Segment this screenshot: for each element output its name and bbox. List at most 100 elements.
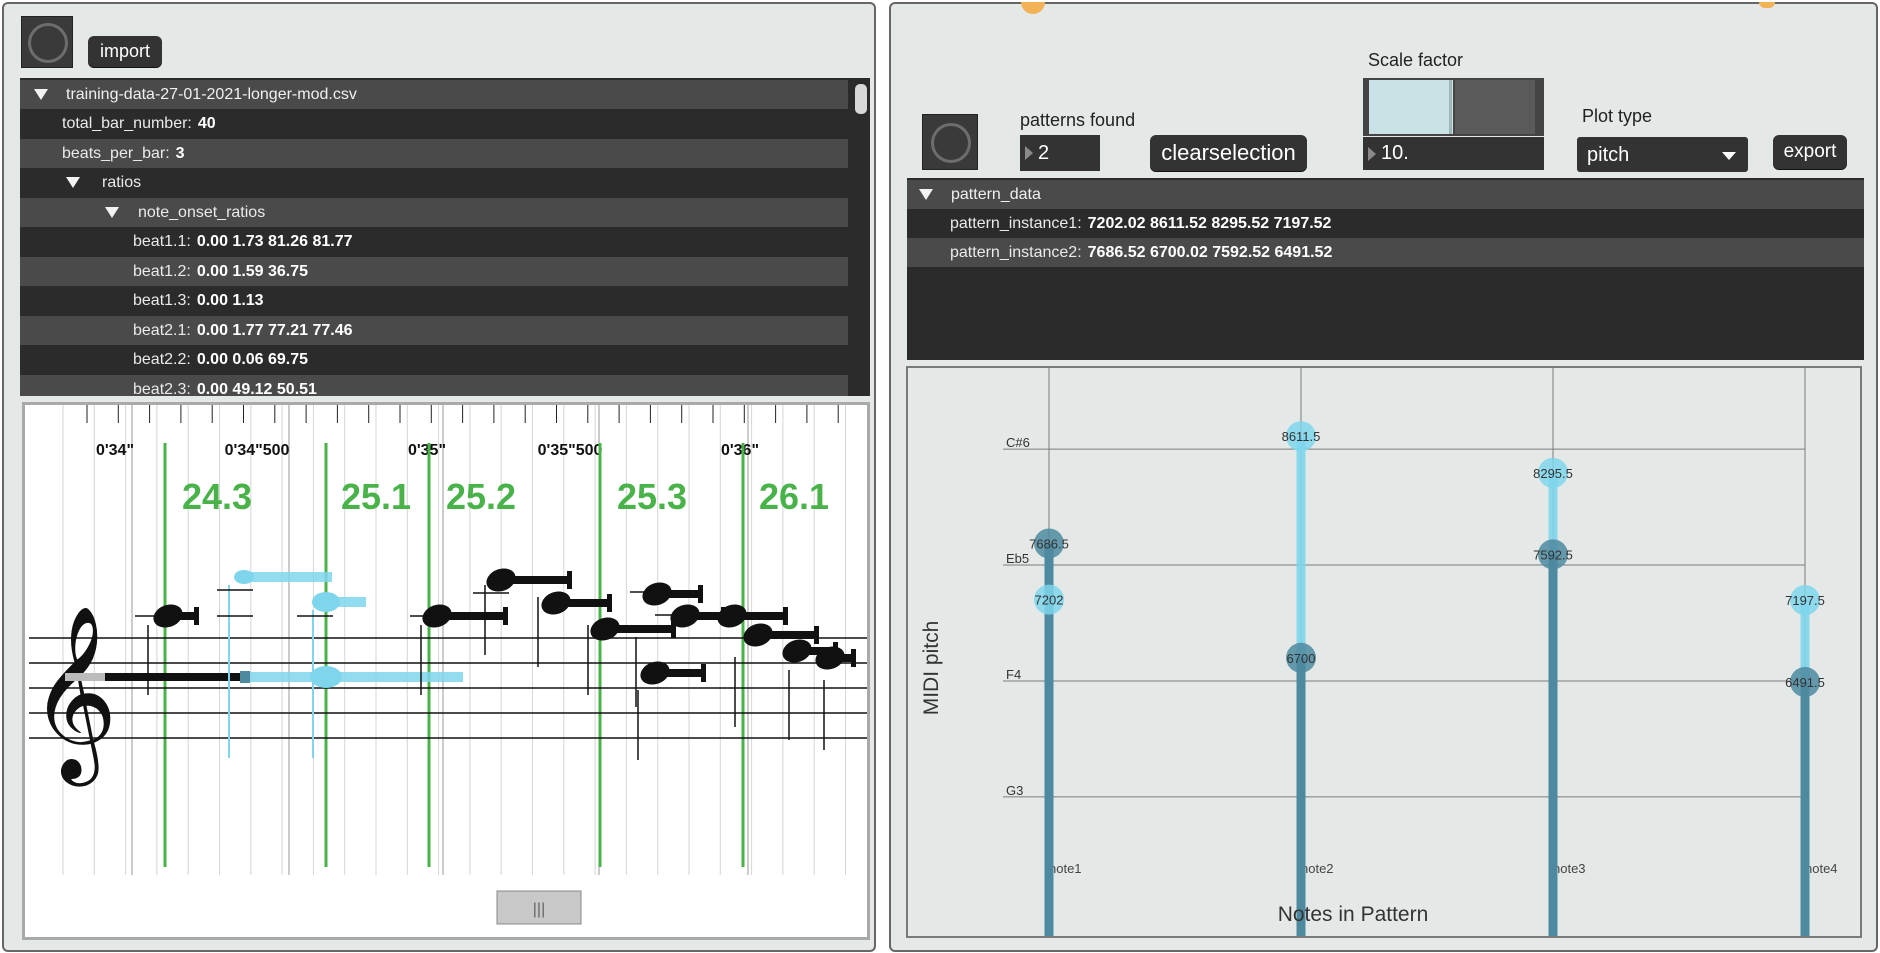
- note-duration-bar: [758, 631, 818, 639]
- tree-scrollbar[interactable]: [852, 78, 870, 396]
- tree-row-key: beats_per_bar:: [62, 144, 170, 162]
- x-category-label: note2: [1301, 861, 1334, 876]
- highlight-bar: [244, 572, 332, 582]
- pattern-tree-view[interactable]: pattern_data pattern_instance1: 7202.02 8…: [907, 178, 1864, 360]
- series2-value-label: 7592.5: [1533, 547, 1573, 562]
- tempo-label: 25.2: [446, 476, 516, 517]
- duration-bar-fade: [65, 673, 105, 681]
- time-label: 0'34": [96, 442, 134, 459]
- tree-scrollbar-thumb[interactable]: [855, 84, 867, 114]
- tempo-label: 26.1: [759, 476, 829, 517]
- note-end-tick: [194, 607, 199, 625]
- triangle-arrow-icon: [1025, 146, 1033, 160]
- tempo-label: 24.3: [182, 476, 252, 517]
- disclosure-triangle-icon[interactable]: [66, 177, 80, 188]
- time-label: 0'34"500: [225, 442, 290, 459]
- tree-row-key: ratios: [102, 174, 142, 191]
- disclosure-triangle-icon[interactable]: [105, 206, 119, 218]
- highlight-bar: [326, 597, 366, 607]
- y-tick-label: Eb5: [1006, 551, 1029, 566]
- tree-row-key: beat1.3:: [133, 292, 191, 309]
- scale-factor-number[interactable]: 10.: [1363, 137, 1544, 170]
- x-axis-label: Notes in Pattern: [1278, 903, 1429, 926]
- tree-row[interactable]: beat2.2: 0.00 0.06 69.75: [20, 345, 848, 374]
- tree-row-root[interactable]: pattern_data: [907, 180, 1864, 209]
- note-duration-bar: [657, 590, 702, 598]
- scale-factor-slider-track: [1455, 80, 1535, 134]
- tree-row[interactable]: beat1.1: 0.00 1.73 81.26 81.77: [20, 227, 848, 256]
- highlight-note: [310, 666, 342, 688]
- tree-root-label: training-data-27-01-2021-longer-mod.csv: [66, 86, 357, 103]
- tree-row[interactable]: beat2.3: 0.00 49.12 50.51: [20, 374, 848, 397]
- series2-value-label: 7686.5: [1029, 536, 1069, 551]
- y-tick-label: G3: [1006, 783, 1023, 798]
- tree-row[interactable]: pattern_instance1: 7202.02 8611.52 8295.5…: [907, 209, 1864, 238]
- disclosure-triangle-icon[interactable]: [919, 189, 933, 200]
- patterns-found-label: patterns found: [1020, 110, 1136, 130]
- tree-row[interactable]: pattern_instance2: 7686.52 6700.02 7592.5…: [907, 238, 1864, 267]
- note-end-tick: [607, 594, 612, 612]
- note-duration-bar: [168, 612, 198, 620]
- tree-row-value: 0.00 1.73 81.26 81.77: [196, 233, 353, 250]
- patterns-found-value: 2: [1038, 142, 1050, 164]
- note-end-tick: [567, 571, 572, 589]
- tree-row[interactable]: total_bar_number: 40: [20, 109, 848, 138]
- left-panel: import training-data-27-01-2021-longer-m…: [2, 2, 876, 952]
- y-tick-label: F4: [1006, 667, 1021, 682]
- scale-factor-label: Scale factor: [1368, 50, 1464, 70]
- clearselection-button[interactable]: clearselection: [1150, 135, 1307, 171]
- note-duration-bar: [437, 612, 507, 620]
- series1-value-label: 7197.5: [1785, 593, 1825, 608]
- tree-row-root[interactable]: training-data-27-01-2021-longer-mod.csv: [20, 80, 848, 109]
- note-marker: [240, 671, 250, 683]
- tree-row-value: 0.00 1.77 77.21 77.46: [196, 321, 353, 339]
- score-view[interactable]: 0'34" 0'34"500 0'35" 0'35"500 0'36" 24.3 25.1 2…: [22, 402, 870, 940]
- plot-type-value: pitch: [1587, 144, 1630, 166]
- scroll-grip-icon: |||: [533, 901, 545, 918]
- toggle-button-right[interactable]: [922, 114, 978, 170]
- tree-row[interactable]: note_onset_ratios: [20, 197, 848, 227]
- series2-value-label: 6700: [1287, 651, 1316, 666]
- tree-row[interactable]: beats_per_bar: 3: [20, 138, 848, 168]
- right-panel: patterns found 2 clearselection Scale fa…: [889, 2, 1878, 952]
- tree-row-value: 0.00 49.12 50.51: [196, 380, 317, 397]
- scale-factor-slider[interactable]: [1363, 78, 1544, 136]
- export-button[interactable]: export: [1773, 135, 1847, 169]
- csv-tree-view[interactable]: training-data-27-01-2021-longer-mod.csv …: [20, 78, 870, 396]
- tree-row-key: beat1.2:: [133, 262, 191, 280]
- tree-row[interactable]: beat1.3: 0.00 1.13: [20, 286, 848, 315]
- note-end-tick: [814, 626, 819, 644]
- score-canvas: 0'34" 0'34"500 0'35" 0'35"500 0'36" 24.3 25.1 2…: [29, 405, 867, 925]
- chevron-down-icon: [1722, 152, 1736, 160]
- tree-row-key: beat2.3:: [133, 380, 191, 397]
- y-axis-label: MIDI pitch: [920, 621, 943, 716]
- note-duration-bar: [556, 599, 611, 607]
- tree-row[interactable]: beat1.2: 0.00 1.59 36.75: [20, 256, 848, 286]
- pitch-plot[interactable]: C#6 Eb5 F4 G3 note1 note2 note3 note4 7202 7686.5…: [906, 366, 1862, 938]
- disclosure-triangle-icon[interactable]: [34, 89, 48, 100]
- patterns-found-number[interactable]: 2: [1020, 135, 1100, 171]
- tree-row-key: total_bar_number:: [62, 115, 192, 132]
- plot-type-dropdown[interactable]: pitch: [1577, 137, 1748, 172]
- tree-root-label: pattern_data: [951, 186, 1041, 203]
- time-label: 0'35"500: [538, 442, 603, 459]
- tree-row-value: 0.00 0.06 69.75: [196, 351, 309, 368]
- import-button[interactable]: import: [88, 36, 162, 67]
- tree-row-value: 0.00 1.13: [196, 292, 264, 309]
- tree-row-key: beat2.2:: [133, 351, 191, 368]
- tree-row-key: pattern_instance1:: [950, 215, 1082, 232]
- note-duration-bar: [655, 669, 705, 677]
- scale-factor-value: 10.: [1381, 142, 1409, 164]
- toggle-button-left[interactable]: [21, 16, 73, 68]
- tempo-label: 25.3: [617, 476, 687, 517]
- tree-row[interactable]: beat2.1: 0.00 1.77 77.21 77.46: [20, 315, 848, 345]
- y-tick-label: C#6: [1006, 435, 1030, 450]
- plot-type-label: Plot type: [1582, 106, 1653, 126]
- scale-factor-slider-handle[interactable]: [1449, 80, 1452, 134]
- tree-row-value: 7686.52 6700.02 7592.52 6491.52: [1087, 244, 1333, 261]
- note-end-tick: [698, 585, 703, 603]
- tempo-label: 25.1: [341, 476, 411, 517]
- tree-row[interactable]: ratios: [20, 168, 848, 197]
- x-category-label: note1: [1049, 861, 1082, 876]
- note-end-tick: [503, 607, 508, 625]
